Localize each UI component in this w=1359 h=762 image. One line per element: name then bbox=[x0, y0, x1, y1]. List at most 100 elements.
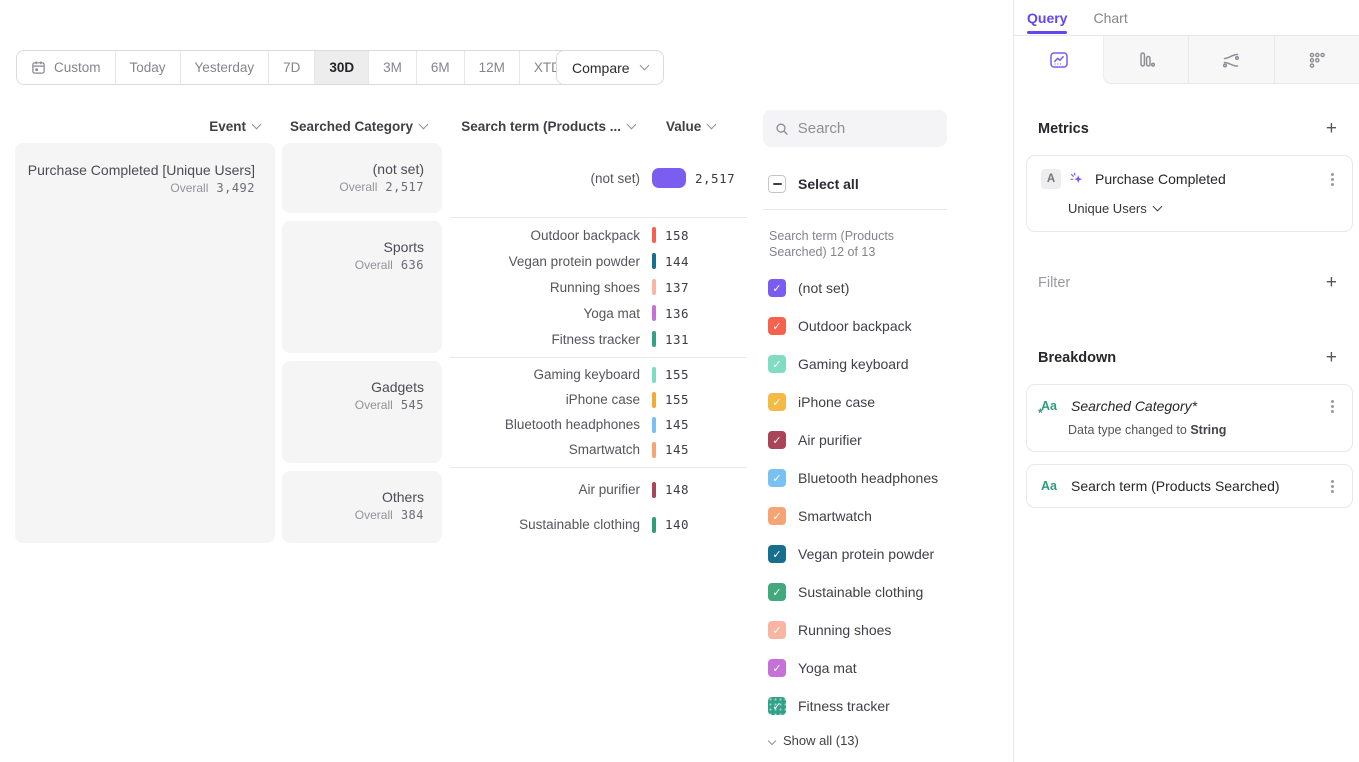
event-sparkle-icon bbox=[1068, 171, 1085, 188]
term-value: 131 bbox=[665, 332, 689, 347]
term-row[interactable]: iPhone case155 bbox=[450, 392, 747, 408]
term-rows: (not set)2,517 bbox=[450, 143, 747, 213]
flows-icon bbox=[1220, 49, 1242, 71]
metric-menu-button[interactable] bbox=[1331, 178, 1334, 181]
column-header-search-term[interactable]: Search term (Products ... bbox=[450, 117, 635, 135]
term-value: 136 bbox=[665, 306, 689, 321]
term-row[interactable]: Vegan protein powder144 bbox=[450, 253, 747, 269]
series-checkbox[interactable] bbox=[768, 431, 786, 449]
term-value: 144 bbox=[665, 254, 689, 269]
series-checkbox[interactable] bbox=[768, 545, 786, 563]
term-row[interactable]: Yoga mat136 bbox=[450, 305, 747, 321]
report-tab-retention[interactable] bbox=[1275, 36, 1359, 83]
series-filter-item[interactable]: Bluetooth headphones bbox=[768, 459, 1003, 497]
funnels-icon bbox=[1135, 49, 1157, 71]
category-cell[interactable]: GadgetsOverall545 bbox=[282, 361, 442, 463]
category-cell[interactable]: SportsOverall636 bbox=[282, 221, 442, 353]
term-value: 148 bbox=[665, 482, 689, 497]
tab-chart[interactable]: Chart bbox=[1093, 0, 1127, 36]
search-input[interactable] bbox=[798, 120, 935, 137]
series-checkbox[interactable] bbox=[768, 583, 786, 601]
term-row[interactable]: Fitness tracker131 bbox=[450, 331, 747, 347]
series-checkbox[interactable] bbox=[768, 393, 786, 411]
date-range-6m[interactable]: 6M bbox=[417, 51, 465, 84]
date-range-3m[interactable]: 3M bbox=[369, 51, 417, 84]
query-builder-panel: Query Chart bbox=[1013, 0, 1359, 762]
series-checkbox[interactable] bbox=[768, 659, 786, 677]
term-row[interactable]: Air purifier148 bbox=[450, 482, 747, 498]
breakdown-card-search-term[interactable]: Aa Search term (Products Searched) bbox=[1026, 464, 1353, 508]
event-overall-value: 3,492 bbox=[216, 181, 255, 195]
report-tab-flows[interactable] bbox=[1189, 36, 1274, 83]
term-value: 137 bbox=[665, 280, 689, 295]
compare-button[interactable]: Compare bbox=[556, 50, 664, 85]
term-row[interactable]: Bluetooth headphones145 bbox=[450, 417, 747, 433]
add-metric-button[interactable] bbox=[1326, 119, 1337, 138]
tab-query[interactable]: Query bbox=[1027, 0, 1067, 36]
breakdown-menu-button[interactable] bbox=[1331, 405, 1334, 408]
series-filter-item[interactable]: Air purifier bbox=[768, 421, 1003, 459]
series-checkbox[interactable] bbox=[768, 317, 786, 335]
term-label: Gaming keyboard bbox=[450, 367, 640, 382]
select-all-row[interactable]: Select all bbox=[768, 175, 859, 193]
date-range-custom[interactable]: Custom bbox=[17, 51, 116, 84]
term-row[interactable]: Outdoor backpack158 bbox=[450, 227, 747, 243]
category-overall: Overall384 bbox=[355, 508, 424, 522]
series-filter-item[interactable]: Sustainable clothing bbox=[768, 573, 1003, 611]
series-checkbox[interactable] bbox=[768, 507, 786, 525]
category-cell[interactable]: (not set)Overall2,517 bbox=[282, 143, 442, 213]
term-row[interactable]: Gaming keyboard155 bbox=[450, 367, 747, 383]
breakdown-menu-button[interactable] bbox=[1331, 485, 1334, 488]
category-cell[interactable]: OthersOverall384 bbox=[282, 471, 442, 543]
series-filter-item[interactable]: Gaming keyboard bbox=[768, 345, 1003, 383]
term-value: 140 bbox=[665, 517, 689, 532]
series-filter-item[interactable]: Smartwatch bbox=[768, 497, 1003, 535]
add-filter-button[interactable] bbox=[1326, 273, 1337, 292]
date-range-7d[interactable]: 7D bbox=[269, 51, 315, 84]
series-checkbox[interactable] bbox=[768, 469, 786, 487]
category-group: SportsOverall636 Outdoor backpack158 Vegan… bbox=[282, 221, 747, 353]
term-row[interactable]: (not set)2,517 bbox=[450, 168, 747, 188]
report-type-tabs bbox=[1014, 36, 1359, 84]
date-range-30d[interactable]: 30D bbox=[315, 51, 369, 84]
series-label: iPhone case bbox=[798, 394, 875, 410]
value-bar bbox=[652, 305, 656, 321]
term-row[interactable]: Smartwatch145 bbox=[450, 442, 747, 458]
metric-card[interactable]: A Purchase Completed Unique Users bbox=[1026, 155, 1353, 232]
aggregation-select[interactable]: Unique Users bbox=[1068, 201, 1161, 216]
series-checkbox[interactable] bbox=[768, 355, 786, 373]
series-filter-item[interactable]: iPhone case bbox=[768, 383, 1003, 421]
series-checkbox[interactable] bbox=[768, 621, 786, 639]
term-rows: Air purifier148 Sustainable clothing140 bbox=[450, 471, 747, 543]
term-row[interactable]: Sustainable clothing140 bbox=[450, 517, 747, 533]
breakdown-card-searched-category[interactable]: Aa Searched Category* Data type changed … bbox=[1026, 384, 1353, 452]
series-checkbox[interactable] bbox=[768, 697, 786, 715]
category-overall: Overall636 bbox=[355, 258, 424, 272]
series-filter-item[interactable]: Outdoor backpack bbox=[768, 307, 1003, 345]
report-tab-funnels[interactable] bbox=[1104, 36, 1189, 83]
date-range-today[interactable]: Today bbox=[116, 51, 181, 84]
term-value: 145 bbox=[665, 417, 689, 432]
series-filter-item[interactable]: Fitness tracker bbox=[768, 687, 1003, 725]
series-filter-item[interactable]: (not set) bbox=[768, 269, 1003, 307]
series-label: Gaming keyboard bbox=[798, 356, 909, 372]
show-all-toggle[interactable]: Show all (13) bbox=[767, 733, 859, 748]
select-all-checkbox[interactable] bbox=[768, 175, 786, 193]
series-filter-item[interactable]: Yoga mat bbox=[768, 649, 1003, 687]
series-filter-item[interactable]: Vegan protein powder bbox=[768, 535, 1003, 573]
add-breakdown-button[interactable] bbox=[1326, 348, 1337, 367]
series-filter-item[interactable]: Running shoes bbox=[768, 611, 1003, 649]
column-header-event[interactable]: Event bbox=[100, 117, 260, 135]
category-group: GadgetsOverall545 Gaming keyboard155 iPhon… bbox=[282, 361, 747, 463]
event-cell[interactable]: Purchase Completed [Unique Users] Overal… bbox=[15, 143, 275, 543]
series-checkbox[interactable] bbox=[768, 279, 786, 297]
report-tab-insights[interactable] bbox=[1014, 36, 1103, 84]
column-header-value[interactable]: Value bbox=[666, 117, 746, 135]
term-label: Running shoes bbox=[450, 280, 640, 295]
series-search[interactable] bbox=[763, 110, 947, 147]
date-range-yesterday[interactable]: Yesterday bbox=[181, 51, 270, 84]
series-label: Smartwatch bbox=[798, 508, 872, 524]
term-row[interactable]: Running shoes 137 bbox=[450, 279, 747, 295]
column-header-searched-category[interactable]: Searched Category bbox=[267, 117, 427, 135]
date-range-12m[interactable]: 12M bbox=[465, 51, 520, 84]
